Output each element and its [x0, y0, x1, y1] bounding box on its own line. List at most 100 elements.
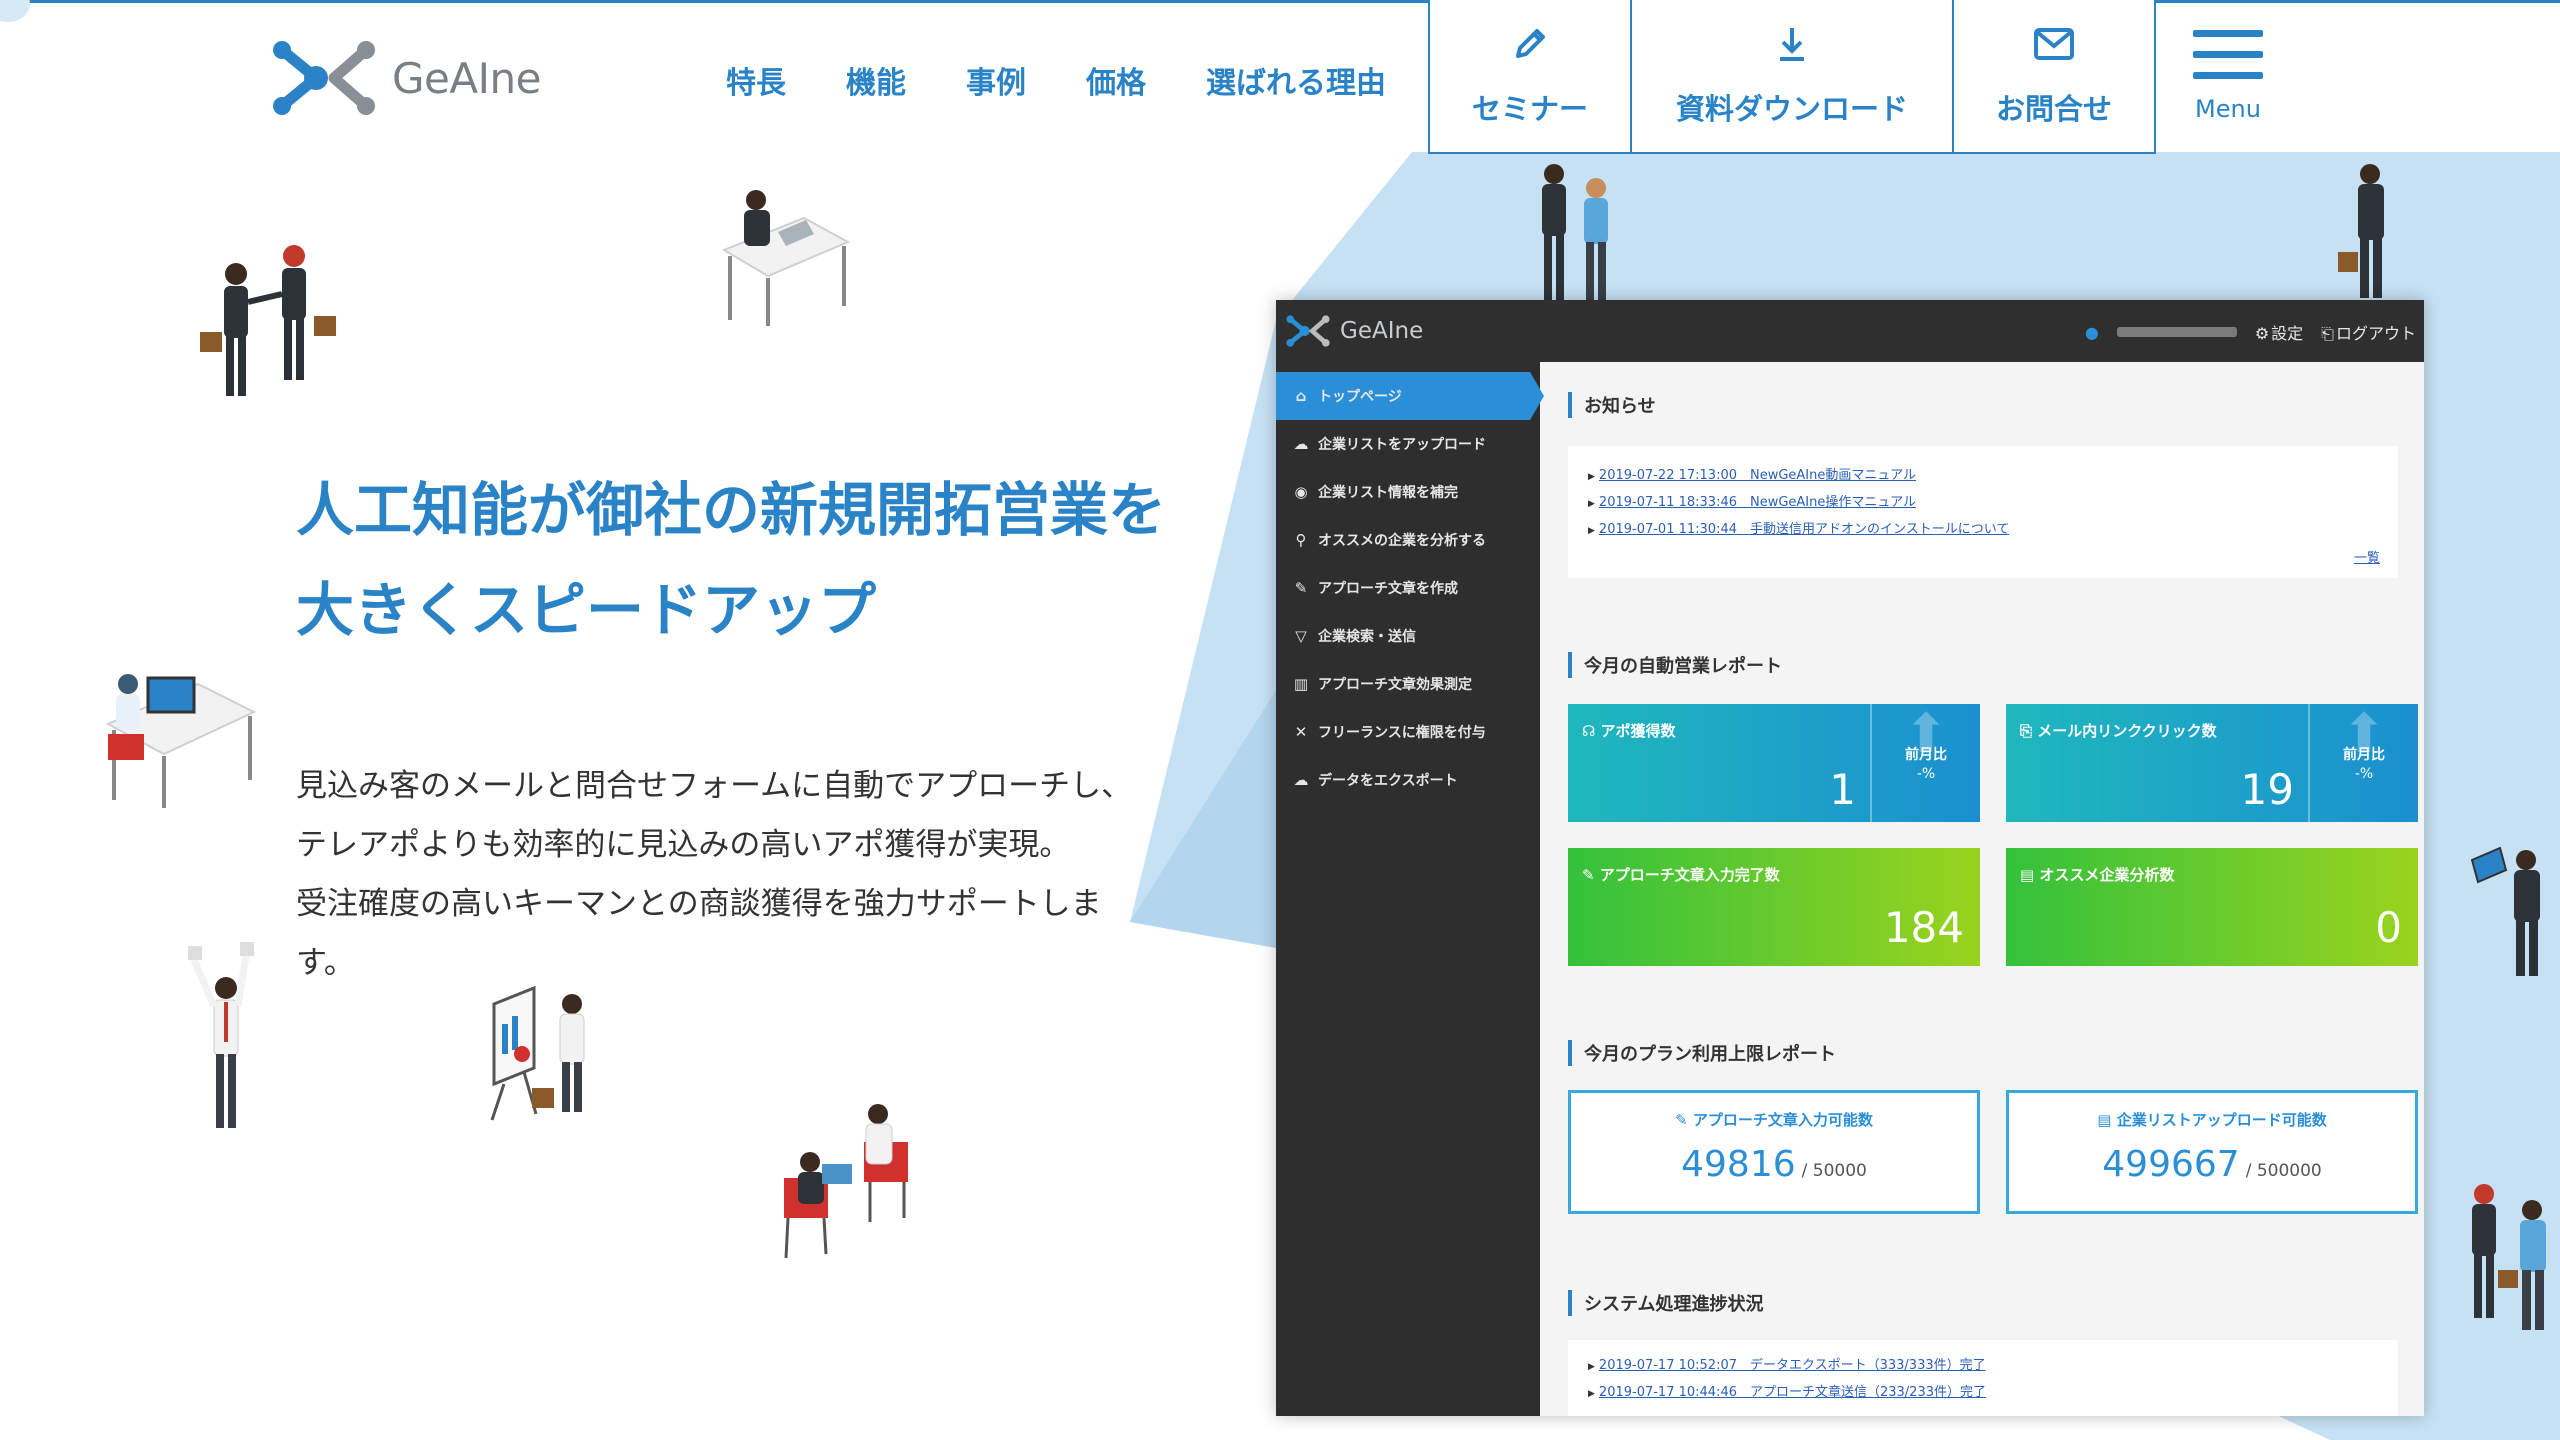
app-sidebar: ⌂ トップページ ☁ 企業リストをアップロード ◉ 企業リスト情報を補完 ⚲ オススメの…: [1276, 362, 1544, 1416]
filter-icon: ▽: [1295, 627, 1307, 645]
report-title: 今月の自動営業レポート: [1568, 652, 1782, 678]
stat-value: 19: [2240, 765, 2294, 814]
hero-lead: 見込み客のメールと問合せフォームに自動でアプローチし、 テレアポよりも効率的に見…: [296, 757, 1196, 993]
plan-approach: ✎ アプローチ文章入力可能数 49816/ 50000: [1568, 1090, 1980, 1214]
lead-line-1: 見込み客のメールと問合せフォームに自動でアプローチし、: [296, 768, 1133, 804]
user-icon: ●: [2084, 322, 2099, 342]
nav-features[interactable]: 特長: [726, 58, 786, 102]
nav-cases[interactable]: 事例: [966, 58, 1026, 102]
sidebar-item-export[interactable]: ☁ データをエクスポート: [1276, 756, 1540, 804]
news-item[interactable]: 2019-07-01 11:30:44 手動送信用アドオンのインストールについて: [1588, 518, 2378, 545]
pencil-icon: ✎: [1294, 579, 1308, 597]
group-people-illustration: [2472, 1184, 2546, 1330]
nav-functions[interactable]: 機能: [846, 58, 906, 102]
seminar-button[interactable]: セミナー: [1428, 0, 1632, 154]
news-item[interactable]: 2019-07-22 17:13:00 NewGeAIne動画マニュアル: [1588, 464, 2378, 491]
process-item[interactable]: 2019-07-17 10:52:07 データエクスポート（333/333件）完…: [1588, 1354, 2378, 1381]
contact-label: お問合せ: [1995, 92, 2112, 126]
home-icon: ⌂: [1295, 387, 1307, 405]
stat-label: ⎘ メール内リンククリック数: [2020, 722, 2217, 740]
hamburger-icon: [2193, 30, 2263, 37]
thinking-person-illustration: [2338, 164, 2384, 298]
logo-mark-icon: [273, 41, 375, 115]
business-handshake-top-illustration: [1542, 164, 1608, 304]
lead-line-3: 受注確度の高いキーマンとの商談獲得を強力サポートしま: [296, 886, 1102, 922]
brand-logo[interactable]: GeAIne: [272, 40, 541, 116]
app-logo-text: GeAIne: [1340, 318, 1424, 344]
nav-pricing[interactable]: 価格: [1086, 58, 1146, 102]
stat-value: 0: [2375, 903, 2402, 952]
news-item[interactable]: 2019-07-11 18:33:46 NewGeAIne操作マニュアル: [1588, 491, 2378, 518]
sidebar-item-top[interactable]: ⌂ トップページ: [1276, 372, 1544, 420]
app-header: GeAIne ● ⚙ 設定 ⎗ ログアウト: [1276, 300, 2424, 362]
cloud-upload-icon: ☁: [1293, 435, 1309, 453]
sidebar-item-compose[interactable]: ✎ アプローチ文章を作成: [1276, 564, 1540, 612]
app-main: お知らせ 2019-07-22 17:13:00 NewGeAIne動画マニュア…: [1540, 362, 2424, 1416]
headline-line-1: 人工知能が御社の新規開拓営業を: [296, 476, 1167, 544]
stat-appointments: ☊ アポ獲得数 1 ⬆ 前月比 -%: [1568, 704, 1980, 822]
stat-compare: ⬆ 前月比 -%: [2308, 704, 2418, 822]
plan-upload: ▤ 企業リストアップロード可能数 499667/ 500000: [2006, 1090, 2418, 1214]
process-box: 2019-07-17 10:52:07 データエクスポート（333/333件）完…: [1568, 1340, 2398, 1416]
seminar-label: セミナー: [1471, 92, 1588, 126]
stat-value: 1: [1829, 765, 1856, 814]
bar-chart-icon: ▥: [1293, 675, 1309, 693]
download-label: 資料ダウンロード: [1675, 92, 1908, 126]
news-box: 2019-07-22 17:13:00 NewGeAIne動画マニュアル 201…: [1568, 446, 2398, 578]
stat-recommend-analysis: ▤ オススメ企業分析数 0: [2006, 848, 2418, 966]
meeting-illustration: [784, 1104, 908, 1259]
database-icon: ◉: [1294, 483, 1308, 501]
sidebar-item-upload[interactable]: ☁ 企業リストをアップロード: [1276, 420, 1540, 468]
tablet-person-illustration: [2470, 846, 2540, 976]
plan-label: ▤ 企業リストアップロード可能数: [2097, 1111, 2327, 1129]
menu-label: Menu: [2195, 95, 2261, 123]
news-title: お知らせ: [1568, 392, 1656, 418]
plan-label: ✎ アプローチ文章入力可能数: [1675, 1111, 1873, 1129]
pencil-icon: [1510, 22, 1550, 66]
stat-label: ☊ アポ獲得数: [1582, 722, 1676, 740]
tools-icon: ✕: [1294, 723, 1308, 741]
app-screenshot: GeAIne ● ⚙ 設定 ⎗ ログアウト ⌂ トップページ ☁ 企業リストをアップロー…: [1276, 300, 2424, 1416]
user-name-blurred: [2116, 327, 2237, 337]
menu-button[interactable]: Menu: [2160, 0, 2296, 154]
sidebar-item-analyze[interactable]: ⚲ オススメの企業を分析する: [1276, 516, 1540, 564]
mail-icon: [2033, 22, 2075, 66]
sidebar-item-freelance[interactable]: ✕ フリーランスに権限を付与: [1276, 708, 1540, 756]
sidebar-item-measure[interactable]: ▥ アプローチ文章効果測定: [1276, 660, 1540, 708]
contact-button[interactable]: お問合せ: [1954, 0, 2156, 154]
plan-value: 49816/ 50000: [1681, 1144, 1867, 1185]
news-more-link[interactable]: 一覧: [2354, 547, 2380, 566]
process-title: システム処理進捗状況: [1568, 1290, 1763, 1316]
settings-link[interactable]: ⚙ 設定: [2255, 320, 2303, 344]
stat-link-clicks: ⎘ メール内リンククリック数 19 ⬆ 前月比 -%: [2006, 704, 2418, 822]
download-button[interactable]: 資料ダウンロード: [1632, 0, 1954, 154]
process-item[interactable]: 2019-07-17 10:44:46 アプローチ文章送信（233/233件）完…: [1588, 1381, 2378, 1408]
computer-desk-illustration: [105, 674, 257, 808]
stat-label: ▤ オススメ企業分析数: [2020, 866, 2175, 884]
headline-line-2: 大きくスピードアップ: [296, 576, 877, 644]
logout-link[interactable]: ⎗ ログアウト: [2321, 320, 2416, 344]
stat-approach-complete: ✎ アプローチ文章入力完了数 184: [1568, 848, 1980, 966]
stat-label: ✎ アプローチ文章入力完了数: [1582, 866, 1780, 884]
stat-value: 184: [1883, 903, 1964, 952]
lead-line-2: テレアポよりも効率的に見込みの高いアポ獲得が実現。: [296, 827, 1071, 863]
main-nav: 特長 機能 事例 価格 選ばれる理由: [726, 58, 1386, 102]
sidebar-item-send[interactable]: ▽ 企業検索・送信: [1276, 612, 1540, 660]
presentation-illustration: [490, 985, 585, 1121]
laptop-worker-illustration: [721, 190, 851, 326]
download-icon: [1772, 22, 1812, 66]
lead-line-4: す。: [296, 945, 355, 981]
plan-value: 499667/ 500000: [2102, 1144, 2322, 1185]
sidebar-item-complete[interactable]: ◉ 企業リスト情報を補完: [1276, 468, 1540, 516]
cloud-download-icon: ☁: [1293, 771, 1309, 789]
logo-text: GeAIne: [392, 53, 541, 103]
search-icon: ⚲: [1295, 531, 1307, 549]
app-user-area: ● ⚙ 設定 ⎗ ログアウト: [2085, 320, 2416, 344]
stat-compare: ⬆ 前月比 -%: [1870, 704, 1980, 822]
handshake-people-illustration: [200, 245, 336, 396]
app-logo-icon: [1286, 315, 1330, 347]
plan-title: 今月のプラン利用上限レポート: [1568, 1040, 1836, 1066]
nav-reasons[interactable]: 選ばれる理由: [1206, 58, 1386, 102]
hero-headline: 人工知能が御社の新規開拓営業を 大きくスピードアップ: [296, 460, 1236, 660]
celebrating-person-illustration: [188, 942, 254, 1128]
